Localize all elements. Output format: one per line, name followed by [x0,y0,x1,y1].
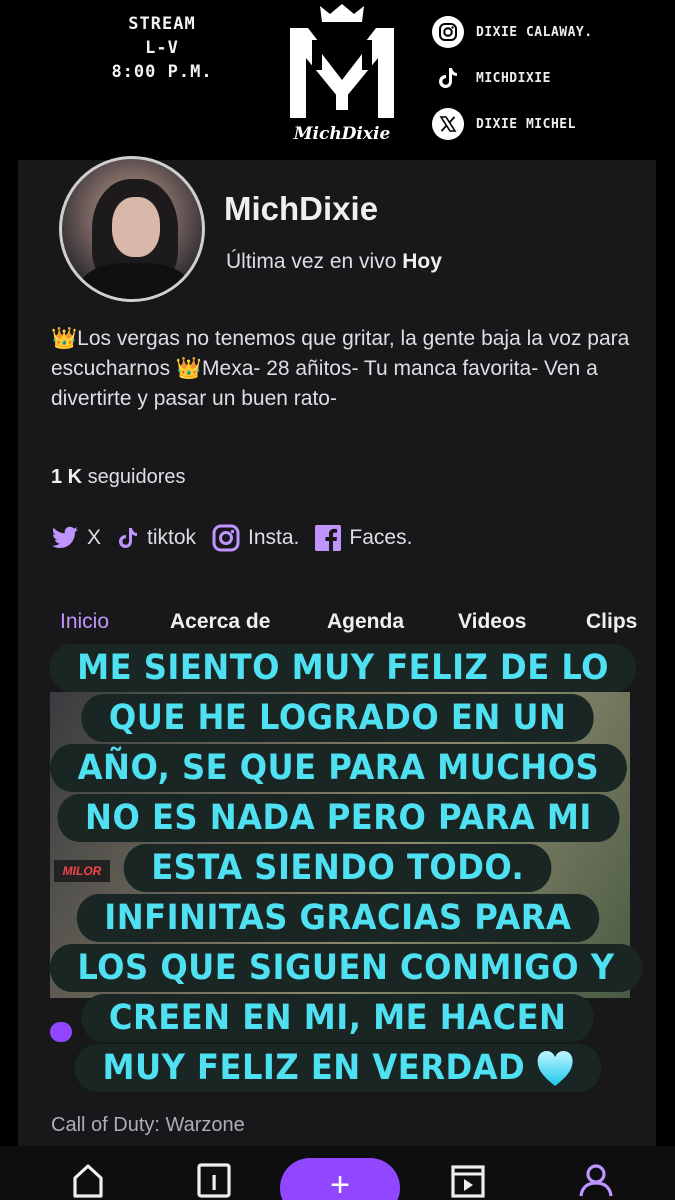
link-tiktok[interactable]: tiktok [117,526,196,550]
plus-icon: + [330,1166,350,1200]
heart-icon [537,1051,573,1086]
stream-banner: STREAM L-V 8:00 P.M. MichDixie DIXIE CAL… [0,0,675,160]
caption-line: ESTA SIENDO TODO. [123,844,553,892]
link-label: Faces. [349,526,413,549]
story-caption: ME SIENTO MUY FELIZ DE LO QUE HE LOGRADO… [24,644,652,1094]
caption-line: CREEN EN MI, ME HACEN [81,994,595,1042]
x-icon [432,108,464,140]
logo-wordmark: MichDixie [293,124,391,144]
link-instagram[interactable]: Insta. [212,524,299,552]
avatar[interactable] [59,156,205,302]
caption-line: ME SIENTO MUY FELIZ DE LO [49,644,637,692]
stream-label: STREAM [128,14,196,34]
last-live-status: Última vez en vivo Hoy [226,250,442,274]
banner-social-instagram: DIXIE CALAWAY. [432,14,593,50]
stats-icon[interactable] [196,1162,232,1198]
facebook-icon [315,525,342,551]
banner-social-label: MICHDIXIE [476,70,551,86]
channel-name: MichDixie [224,190,379,227]
tab-videos[interactable]: Videos [458,610,526,634]
tab-acerca-de[interactable]: Acerca de [170,610,270,634]
clips-icon[interactable] [450,1162,486,1198]
caption-line-last: MUY FELIZ EN VERDAD [74,1044,602,1092]
channel-bio: 👑Los vergas no tenemos que gritar, la ge… [51,327,630,410]
twitter-icon [52,526,78,548]
tab-agenda[interactable]: Agenda [327,610,404,634]
banner-socials: DIXIE CALAWAY. MICHDIXIE DIXIE MICHEL [432,14,593,152]
banner-social-tiktok: MICHDIXIE [432,60,593,96]
instagram-icon [212,524,240,552]
link-label: X [87,526,102,549]
link-label: tiktok [147,526,197,549]
game-title[interactable]: Call of Duty: Warzone [51,1114,245,1137]
link-label: Insta. [248,526,300,549]
stream-days: L-V [145,38,179,58]
caption-line: LOS QUE SIGUEN CONMIGO Y [49,944,643,992]
last-live-prefix: Última vez en vivo [226,250,403,273]
caption-line: AÑO, SE QUE PARA MUCHOS [49,744,627,792]
avatar-face [112,197,160,257]
tab-inicio[interactable]: Inicio [60,610,109,634]
caption-line: QUE HE LOGRADO EN UN [81,694,595,742]
profile-icon[interactable] [578,1162,614,1198]
follower-count: 1 K seguidores [51,466,186,489]
instagram-icon [432,16,464,48]
tab-clips[interactable]: Clips [586,610,637,634]
last-live-value: Hoy [402,250,442,273]
banner-social-label: DIXIE CALAWAY. [476,24,593,40]
link-facebook[interactable]: Faces. [315,525,412,551]
caption-line: NO ES NADA PERO PARA MI [57,794,619,842]
social-links: X tiktok Insta. Faces. [51,524,428,552]
stream-time: 8:00 P.M. [111,62,213,82]
stream-schedule: STREAM L-V 8:00 P.M. [92,12,232,84]
profile-tabs: Inicio Acerca de Agenda Videos Clips [18,606,656,646]
home-icon[interactable] [70,1162,106,1198]
tiktok-icon [432,62,464,94]
caption-line: INFINITAS GRACIAS PARA [76,894,600,942]
link-x[interactable]: X [51,526,101,550]
follower-number: 1 K [51,466,83,488]
bottom-navigation: + [0,1146,675,1200]
avatar-body [80,263,190,299]
add-button[interactable]: + [280,1158,400,1200]
banner-social-label: DIXIE MICHEL [476,116,576,132]
caption-line: MUY FELIZ EN VERDAD [102,1048,526,1088]
banner-social-x: DIXIE MICHEL [432,106,593,142]
follower-label: seguidores [82,466,186,488]
tiktok-icon [119,528,138,548]
